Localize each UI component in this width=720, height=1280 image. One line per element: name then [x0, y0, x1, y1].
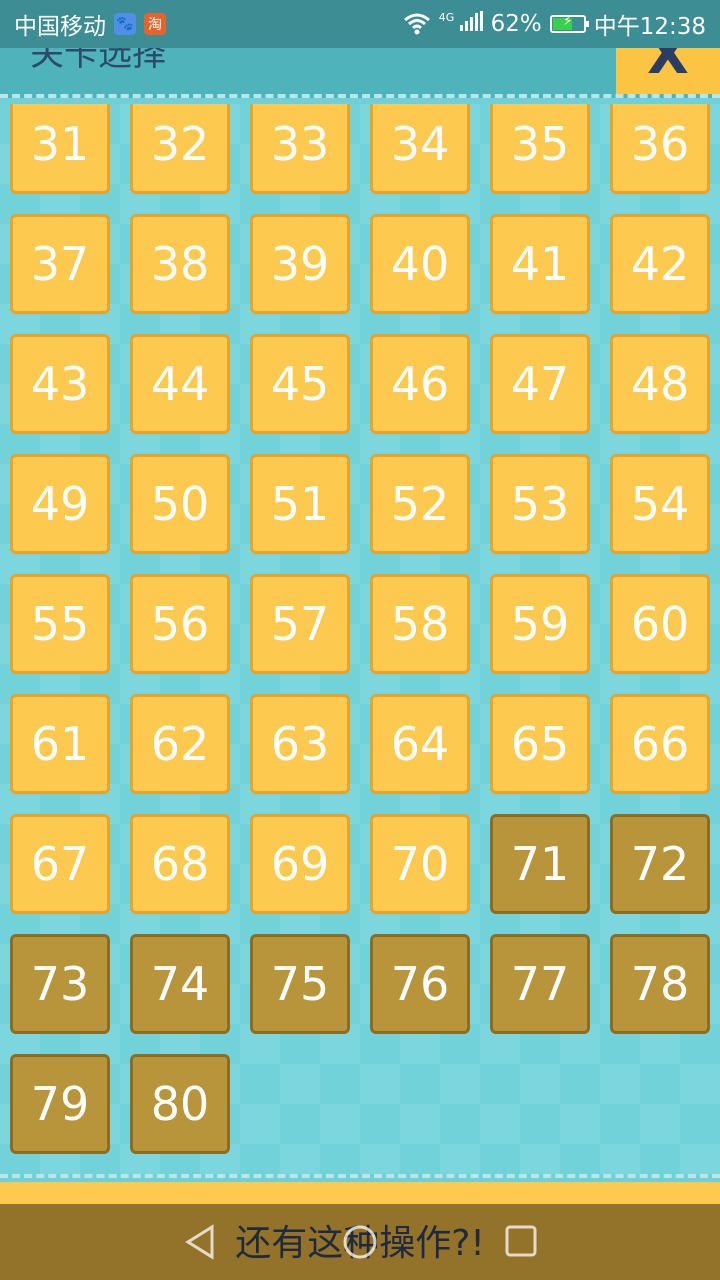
level-tile-locked[interactable]: 75 — [250, 934, 350, 1034]
back-icon[interactable] — [184, 1224, 216, 1260]
level-tile[interactable]: 43 — [10, 334, 110, 434]
level-tile-locked[interactable]: 72 — [610, 814, 710, 914]
level-tile-locked[interactable]: 76 — [370, 934, 470, 1034]
level-tile[interactable]: 51 — [250, 454, 350, 554]
level-tile[interactable]: 65 — [490, 694, 590, 794]
level-tile[interactable]: 32 — [130, 104, 230, 194]
level-tile[interactable]: 44 — [130, 334, 230, 434]
network-type: 4G — [438, 11, 455, 24]
level-tile[interactable]: 46 — [370, 334, 470, 434]
level-tile[interactable]: 67 — [10, 814, 110, 914]
level-tile[interactable]: 61 — [10, 694, 110, 794]
level-tile[interactable]: 42 — [610, 214, 710, 314]
level-tile-locked[interactable]: 79 — [10, 1054, 110, 1154]
level-tile[interactable]: 37 — [10, 214, 110, 314]
level-tile[interactable]: 56 — [130, 574, 230, 674]
battery-percent: 62% — [490, 11, 542, 37]
level-tile[interactable]: 31 — [10, 104, 110, 194]
level-tile[interactable]: 70 — [370, 814, 470, 914]
level-tile[interactable]: 34 — [370, 104, 470, 194]
level-tile-locked[interactable]: 78 — [610, 934, 710, 1034]
level-tile[interactable]: 52 — [370, 454, 470, 554]
level-tile[interactable]: 57 — [250, 574, 350, 674]
level-tile[interactable]: 45 — [250, 334, 350, 434]
level-tile-locked[interactable]: 73 — [10, 934, 110, 1034]
status-bar: 中国移动 🐾 淘 4G 62% ⚡ 中午12:38 — [0, 0, 720, 48]
level-tile[interactable]: 50 — [130, 454, 230, 554]
level-tile[interactable]: 41 — [490, 214, 590, 314]
recent-apps-icon[interactable] — [504, 1224, 538, 1258]
level-tile[interactable]: 53 — [490, 454, 590, 554]
level-tile[interactable]: 68 — [130, 814, 230, 914]
level-tile-locked[interactable]: 77 — [490, 934, 590, 1034]
level-tile[interactable]: 63 — [250, 694, 350, 794]
level-tile[interactable]: 33 — [250, 104, 350, 194]
level-tile-locked[interactable]: 74 — [130, 934, 230, 1034]
bottom-strip — [0, 1182, 720, 1204]
level-tile[interactable]: 40 — [370, 214, 470, 314]
level-tile[interactable]: 58 — [370, 574, 470, 674]
clock: 中午12:38 — [593, 14, 706, 40]
bottom-panel: 还有这种操作?! — [0, 1174, 720, 1280]
level-tile[interactable]: 35 — [490, 104, 590, 194]
level-tile[interactable]: 48 — [610, 334, 710, 434]
level-tile[interactable]: 64 — [370, 694, 470, 794]
level-tile[interactable]: 47 — [490, 334, 590, 434]
level-tile[interactable]: 54 — [610, 454, 710, 554]
level-tile[interactable]: 39 — [250, 214, 350, 314]
level-tile[interactable]: 66 — [610, 694, 710, 794]
level-tile[interactable]: 59 — [490, 574, 590, 674]
wifi-icon — [403, 13, 430, 35]
level-tile[interactable]: 55 — [10, 574, 110, 674]
carrier-name: 中国移动 — [14, 14, 106, 40]
level-tile[interactable]: 69 — [250, 814, 350, 914]
level-tile[interactable]: 36 — [610, 104, 710, 194]
home-icon[interactable] — [342, 1224, 378, 1260]
level-tile[interactable]: 60 — [610, 574, 710, 674]
level-tile[interactable]: 38 — [130, 214, 230, 314]
taobao-app-icon: 淘 — [144, 13, 166, 35]
battery-icon: ⚡ — [549, 14, 589, 33]
navigation-bar: 还有这种操作?! — [0, 1204, 720, 1280]
level-tile-locked[interactable]: 71 — [490, 814, 590, 914]
level-tile-locked[interactable]: 80 — [130, 1054, 230, 1154]
level-tile[interactable]: 49 — [10, 454, 110, 554]
level-tile[interactable]: 62 — [130, 694, 230, 794]
baidu-app-icon: 🐾 — [114, 13, 136, 35]
signal-icon — [459, 11, 483, 31]
level-grid: 31 32 33 34 35 36 37 38 39 40 41 42 43 44 45 46 47 48 49 50… — [0, 104, 720, 1174]
